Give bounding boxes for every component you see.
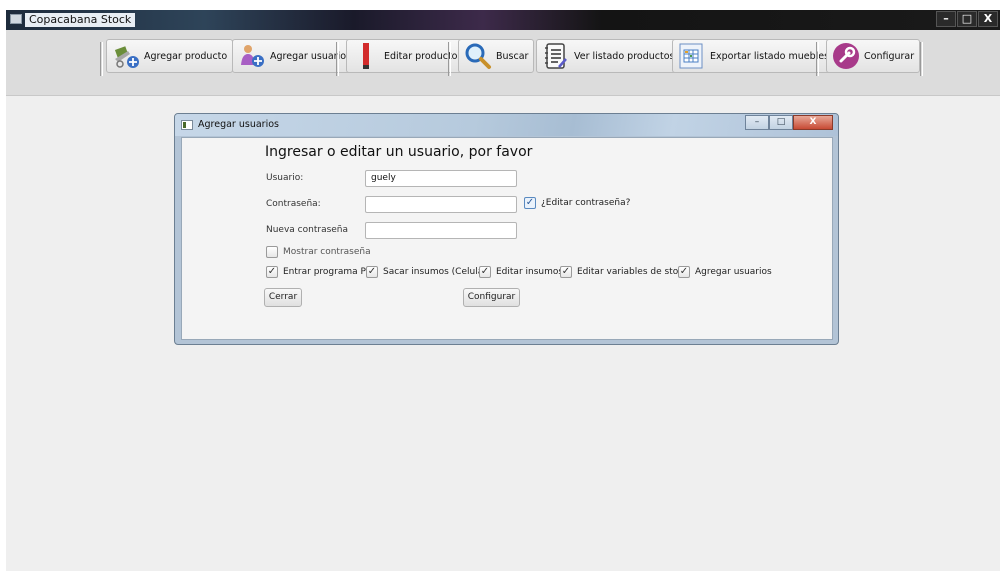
toolbar-separator (100, 42, 103, 76)
cart-add-icon (112, 42, 140, 70)
permission-label: Sacar insumos (Celular) (383, 267, 491, 277)
dialog-close-button[interactable]: X (793, 115, 833, 130)
dialog-window-controls: – □ X (745, 115, 833, 130)
buscar-label: Buscar (496, 50, 529, 62)
toolbar-separator (920, 42, 923, 76)
minimize-button[interactable]: – (936, 11, 956, 27)
exportar-listado-muebles-label: Exportar listado muebles (710, 50, 830, 62)
check-icon: ✓ (266, 266, 278, 278)
mostrar-contrasena-checkbox[interactable]: ✓ Mostrar contraseña (266, 246, 371, 258)
dialog-title: Agregar usuarios (198, 119, 279, 130)
permission-label: Agregar usuarios (695, 267, 772, 277)
dialog-title-bar: Agregar usuarios – □ X (175, 114, 838, 136)
list-icon (542, 42, 570, 70)
check-icon: ✓ (560, 266, 572, 278)
cerrar-button[interactable]: Cerrar (264, 288, 302, 307)
mostrar-contrasena-label: Mostrar contraseña (283, 247, 371, 257)
check-icon: ✓ (479, 266, 491, 278)
configurar-button[interactable]: Configurar (463, 288, 520, 307)
contrasena-label: Contraseña: (266, 199, 321, 209)
permission-label: Entrar programa PC (283, 267, 373, 277)
wrench-icon (832, 42, 860, 70)
mostrar-contrasena-check-icon: ✓ (266, 246, 278, 258)
check-icon: ✓ (678, 266, 690, 278)
usuario-label: Usuario: (266, 173, 304, 183)
dialog-minimize-button[interactable]: – (745, 115, 769, 130)
dialog-app-icon (181, 120, 193, 130)
agregar-producto-label: Agregar producto (144, 50, 228, 62)
configurar-toolbar-label: Configurar (864, 50, 915, 62)
exportar-listado-muebles-button[interactable]: Exportar listado muebles (672, 39, 836, 73)
toolbar-separator (448, 42, 451, 76)
nueva-contrasena-input[interactable] (365, 222, 517, 239)
maximize-button[interactable]: □ (957, 11, 977, 27)
permission-entrar-programa-pc[interactable]: ✓ Entrar programa PC (266, 266, 372, 278)
agregar-usuarios-dialog: Agregar usuarios – □ X Ingresar o editar… (174, 113, 839, 345)
dialog-heading: Ingresar o editar un usuario, por favor (265, 144, 533, 160)
user-add-icon (238, 42, 266, 70)
permission-editar-variables-stock[interactable]: ✓ Editar variables de stock (560, 266, 688, 278)
permission-editar-insumos[interactable]: ✓ Editar insumos (479, 266, 563, 278)
ver-listado-productos-label: Ver listado productos (574, 50, 675, 62)
title-bar: Copacabana Stock – □ X (6, 10, 1000, 30)
window-controls: – □ X (936, 11, 998, 27)
editar-contrasena-label: ¿Editar contraseña? (541, 198, 631, 208)
dialog-maximize-button[interactable]: □ (769, 115, 793, 130)
check-icon: ✓ (366, 266, 378, 278)
editar-producto-button[interactable]: Editar producto (346, 39, 464, 73)
agregar-producto-button[interactable]: Agregar producto (106, 39, 234, 73)
close-button[interactable]: X (978, 11, 998, 27)
toolbar-separator (816, 42, 819, 76)
configurar-toolbar-button[interactable]: Configurar (826, 39, 921, 73)
toolbar-separator (336, 42, 339, 76)
permission-label: Editar variables de stock (577, 267, 689, 277)
agregar-usuario-label: Agregar usuario (270, 50, 347, 62)
pencil-icon (352, 42, 380, 70)
permission-agregar-usuarios[interactable]: ✓ Agregar usuarios (678, 266, 772, 278)
toolbar: Agregar producto Agregar usuario Editar … (6, 30, 1000, 96)
usuario-input[interactable]: guely (365, 170, 517, 187)
agregar-usuario-button[interactable]: Agregar usuario (232, 39, 353, 73)
permission-sacar-insumos[interactable]: ✓ Sacar insumos (Celular) (366, 266, 490, 278)
nueva-contrasena-label: Nueva contraseña (266, 225, 349, 235)
window-title: Copacabana Stock (25, 13, 136, 27)
magnifier-icon (464, 42, 492, 70)
app-icon (10, 14, 22, 24)
editar-contrasena-check-icon: ✓ (524, 197, 536, 209)
dialog-body: Ingresar o editar un usuario, por favor … (181, 137, 833, 340)
buscar-button[interactable]: Buscar (458, 39, 535, 73)
editar-contrasena-checkbox[interactable]: ✓ ¿Editar contraseña? (524, 197, 630, 209)
ver-listado-productos-button[interactable]: Ver listado productos (536, 39, 681, 73)
contrasena-input[interactable] (365, 196, 517, 213)
spreadsheet-icon (678, 42, 706, 70)
editar-producto-label: Editar producto (384, 50, 458, 62)
permission-label: Editar insumos (496, 267, 564, 277)
